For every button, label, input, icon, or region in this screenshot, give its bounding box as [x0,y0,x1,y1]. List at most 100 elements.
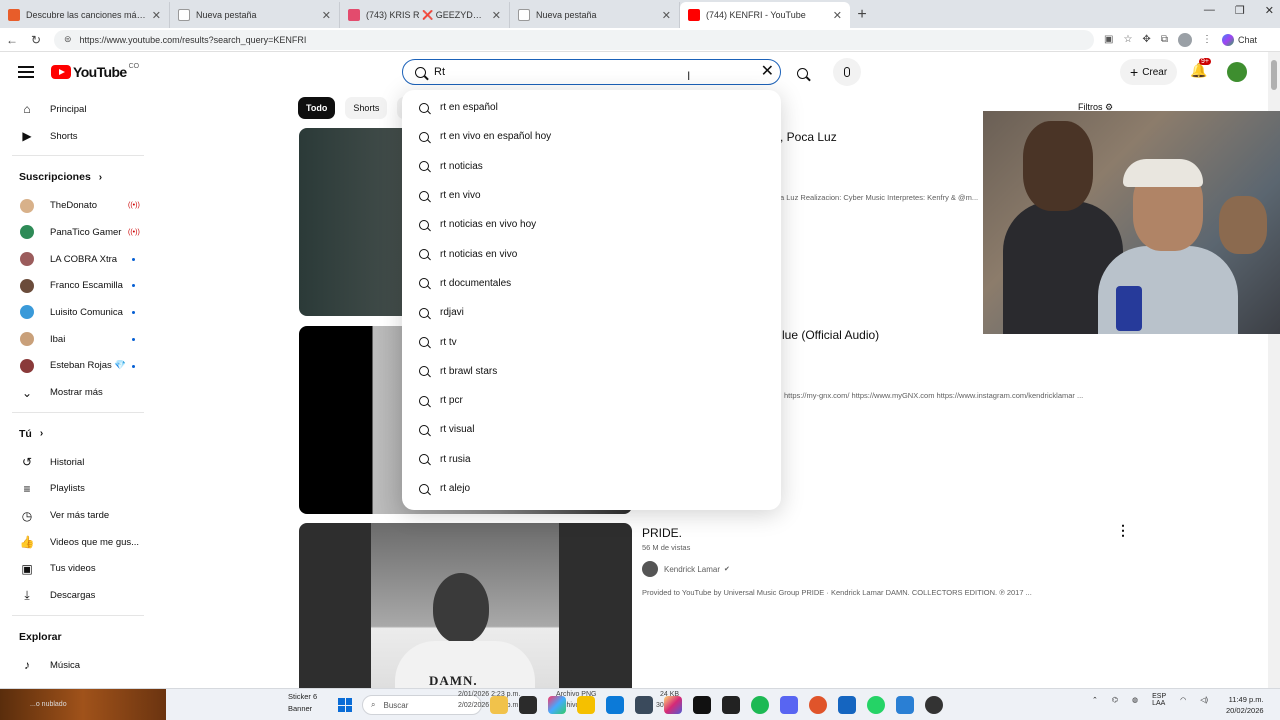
browser-tab[interactable]: Nueva pestaña ✕ [170,2,340,28]
taskbar-pinned-files[interactable]: Sticker 6 Banner [288,691,317,715]
wifi-icon[interactable]: ◠ [1180,696,1186,704]
tab-close-icon[interactable]: ✕ [152,9,161,22]
sidebar-subscription[interactable]: Luisito Comunica [0,299,156,326]
microphone-tray-icon[interactable]: ◍ [1132,696,1138,704]
suggestion-item[interactable]: rt pcr [402,386,781,415]
language-indicator[interactable]: ESP LAA [1152,693,1166,707]
back-arrow-icon[interactable]: ← [0,33,24,47]
suggestion-item[interactable]: rt alejo [402,474,781,503]
sidebar-subscription[interactable]: Franco Escamilla [0,272,156,299]
youtube-logo[interactable]: YouTube CO [51,63,139,80]
puzzle-icon[interactable]: ⧉ [1161,34,1168,45]
url-field[interactable]: ⊜ https://www.youtube.com/results?search… [54,29,1094,50]
sidebar-item-liked[interactable]: 👍 Videos que me gus... [0,529,156,556]
tiktok-icon[interactable] [693,696,711,714]
video-title[interactable]: lue (Official Audio) [782,328,879,342]
search-button[interactable] [789,60,815,86]
suggestion-item[interactable]: rt documentales [402,269,781,298]
scrollbar-thumb[interactable] [1271,60,1277,90]
sidebar-item-your-videos[interactable]: ▣ Tus videos [0,556,156,583]
minimize-button[interactable]: — [1204,4,1215,17]
suggestion-item[interactable]: rt rusia [402,445,781,474]
file-explorer-icon[interactable] [490,696,508,714]
volume-icon[interactable]: ◁) [1200,696,1208,704]
edge-icon[interactable] [606,696,624,714]
sidebar-show-more[interactable]: ⌄ Mostrar más [0,379,156,406]
photos-icon[interactable] [896,696,914,714]
sidebar-item-history[interactable]: ↺ Historial [0,449,156,476]
notifications-bell-icon[interactable]: 🔔 9+ [1190,58,1211,80]
video-title[interactable]: PRIDE. [642,526,682,540]
sidebar-subscription[interactable]: Ibai [0,326,156,353]
more-actions-icon[interactable]: ⋮ [1116,522,1130,539]
browser-tab-active[interactable]: (744) KENFRI - YouTube ✕ [680,2,850,28]
suggestion-item[interactable]: rt visual [402,415,781,444]
reload-icon[interactable]: ↻ [24,33,48,47]
suggestion-item[interactable]: rt brawl stars [402,357,781,386]
menu-dots-icon[interactable]: ⋮ [1202,34,1212,45]
windows-start-icon[interactable] [338,698,352,712]
sidebar-item-watch-later[interactable]: ◷ Ver más tarde [0,502,156,529]
video-title[interactable]: , Poca Luz [780,130,837,144]
voice-search-button[interactable] [833,58,861,86]
discord-icon[interactable] [780,696,798,714]
network-icon[interactable]: ⌬ [1112,696,1118,704]
video-thumbnail[interactable]: DAMN. [299,523,632,711]
sidebar-subscription[interactable]: Esteban Rojas 💎 [0,353,156,380]
subscriptions-heading[interactable]: Suscripciones › [0,162,156,192]
sidebar-subscription[interactable]: LA COBRA Xtra [0,246,156,273]
suggestion-item[interactable]: rt en vivo en español hoy [402,122,781,151]
you-heading[interactable]: Tú › [0,419,156,449]
sidebar-item-home[interactable]: ⌂ Principal [0,96,156,123]
whatsapp-icon[interactable] [867,696,885,714]
tab-close-icon[interactable]: ✕ [662,9,671,22]
profile-avatar[interactable] [1177,32,1192,47]
sidebar-item-downloads[interactable]: ⤓ Descargas [0,582,156,609]
browser-tab[interactable]: Descubre las canciones más escuch... ✕ [0,2,170,28]
taskbar-clock[interactable]: 11:49 p.m. 20/02/2026 [1226,694,1264,716]
browser-tab[interactable]: (743) KRIS R ❌ GEEZYDEE - BOBA... ✕ [340,2,510,28]
account-avatar[interactable] [1227,62,1247,82]
suggestion-item[interactable]: rdjavi [402,298,781,327]
sidebar-item-playlists[interactable]: ≡ Playlists [0,476,156,503]
suggestion-item[interactable]: rt tv [402,327,781,356]
channel-row[interactable]: Kendrick Lamar ✔ [642,561,730,577]
obs-icon[interactable] [925,696,943,714]
copilot-icon[interactable] [548,696,566,714]
tab-close-icon[interactable]: ✕ [833,9,842,22]
tray-expand-icon[interactable]: ⌃ [1092,696,1098,704]
weather-widget[interactable]: ...o nublado [0,689,166,720]
site-info-icon[interactable]: ⊜ [64,34,72,45]
sidebar-subscription[interactable]: TheDonato ((•)) [0,192,156,219]
browser-tab[interactable]: Nueva pestaña ✕ [510,2,680,28]
chip-shorts[interactable]: Shorts [345,97,388,119]
suggestion-item[interactable]: rt noticias [402,152,781,181]
tab-close-icon[interactable]: ✕ [492,9,501,22]
sidebar-item-shorts[interactable]: ▶ Shorts [0,123,156,150]
translate-icon[interactable]: ▣ [1104,34,1113,45]
calculator-icon[interactable] [635,696,653,714]
suggestion-item[interactable]: rt en vivo [402,181,781,210]
channel-avatar[interactable] [642,561,658,577]
hamburger-menu-icon[interactable] [18,66,34,78]
clear-search-icon[interactable]: ✕ [761,64,774,80]
terminal-icon[interactable] [519,696,537,714]
instagram-icon[interactable] [664,696,682,714]
suggestion-item[interactable]: rt noticias en vivo hoy [402,210,781,239]
chat-button[interactable]: Chat [1221,33,1257,46]
spotify-icon[interactable] [751,696,769,714]
extension-icon[interactable]: ✥ [1142,34,1150,45]
suggestion-item[interactable]: rt noticias en vivo [402,239,781,268]
close-window-button[interactable]: ✕ [1265,4,1274,17]
tab-close-icon[interactable]: ✕ [322,9,331,22]
bookmark-star-icon[interactable]: ☆ [1123,34,1132,45]
new-tab-button[interactable]: + [850,2,874,28]
suggestion-item[interactable]: rt en español [402,93,781,122]
sidebar-item-music[interactable]: ♪ Música [0,652,156,679]
chip-all[interactable]: Todo [298,97,336,119]
channel-name[interactable]: Kendrick Lamar [664,565,720,574]
folder-icon[interactable] [577,696,595,714]
game-launcher-icon[interactable] [809,696,827,714]
epic-games-icon[interactable] [722,696,740,714]
security-shield-icon[interactable] [838,696,856,714]
